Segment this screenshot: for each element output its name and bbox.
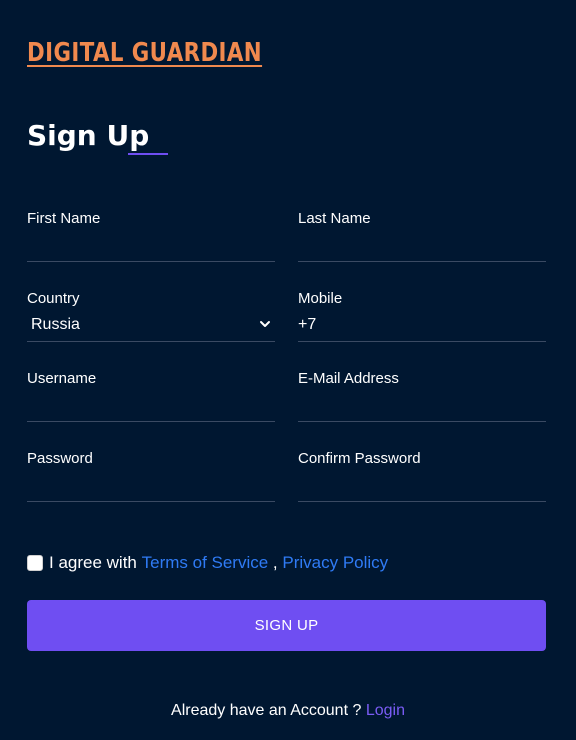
- email-label: E-Mail Address: [298, 370, 399, 387]
- agree-row: I agree with Terms of Service , Privacy …: [27, 552, 388, 574]
- first-name-label: First Name: [27, 210, 101, 227]
- confirm-password-input[interactable]: [298, 472, 546, 502]
- agree-text: I agree with: [49, 553, 142, 572]
- password-group: Password: [27, 450, 275, 510]
- title-accent-underline: [128, 153, 168, 155]
- chevron-down-icon: [260, 321, 270, 327]
- sign-up-button-label: SIGN UP: [254, 617, 319, 634]
- mobile-input[interactable]: +7: [298, 312, 546, 342]
- mobile-label: Mobile: [298, 290, 343, 307]
- login-prompt-text: Already have an Account ?: [171, 702, 366, 719]
- last-name-group: Last Name: [298, 210, 546, 270]
- terms-of-service-link[interactable]: Terms of Service: [142, 553, 269, 573]
- country-select[interactable]: Russia: [27, 312, 275, 342]
- title-block: Sign Up: [27, 118, 168, 158]
- email-group: E-Mail Address: [298, 370, 546, 430]
- country-group: Country Russia: [27, 290, 275, 350]
- country-label: Country: [27, 290, 80, 307]
- first-name-group: First Name: [27, 210, 275, 270]
- username-group: Username: [27, 370, 275, 430]
- username-input[interactable]: [27, 392, 275, 422]
- sign-up-button[interactable]: SIGN UP: [27, 600, 546, 651]
- signup-page: DIGITAL GUARDIAN Sign Up First Name Last…: [0, 0, 576, 740]
- first-name-input[interactable]: [27, 232, 275, 262]
- login-prompt: Already have an Account ? Login: [0, 702, 576, 720]
- confirm-password-group: Confirm Password: [298, 450, 546, 510]
- password-label: Password: [27, 450, 93, 467]
- page-title: Sign Up: [27, 119, 150, 152]
- last-name-label: Last Name: [298, 210, 371, 227]
- brand-logo[interactable]: DIGITAL GUARDIAN: [27, 38, 262, 68]
- login-link[interactable]: Login: [366, 702, 405, 719]
- country-selected-value: Russia: [31, 316, 80, 333]
- privacy-policy-link[interactable]: Privacy Policy: [282, 553, 388, 573]
- agree-separator: ,: [268, 553, 283, 572]
- mobile-group: Mobile +7: [298, 290, 546, 350]
- agree-checkbox[interactable]: [27, 555, 43, 571]
- password-input[interactable]: [27, 472, 275, 502]
- last-name-input[interactable]: [298, 232, 546, 262]
- email-input[interactable]: [298, 392, 546, 422]
- username-label: Username: [27, 370, 97, 387]
- confirm-password-label: Confirm Password: [298, 450, 421, 467]
